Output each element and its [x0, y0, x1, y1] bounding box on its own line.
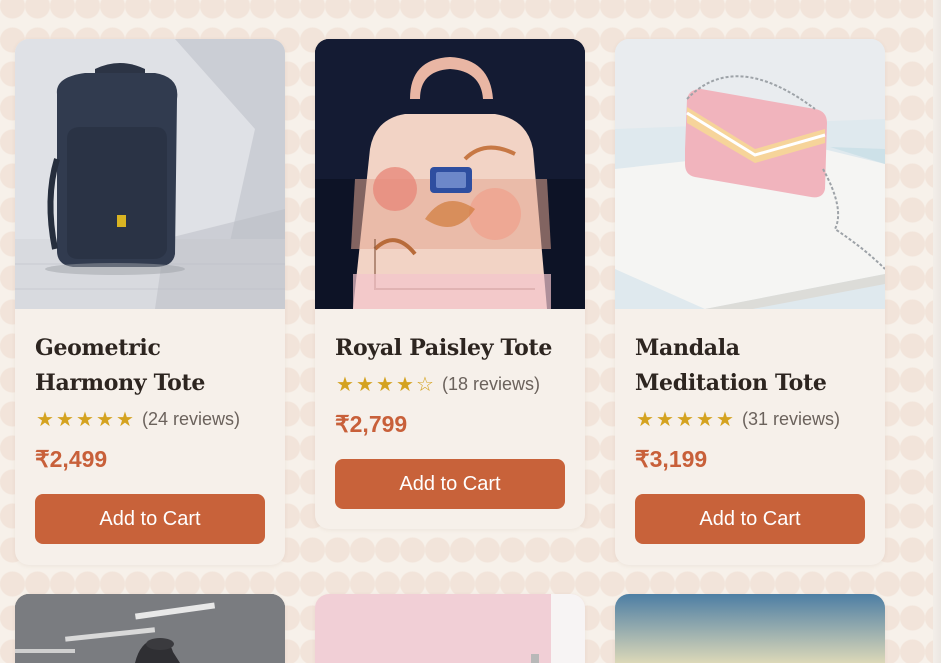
- floral-handbag-image: [315, 39, 585, 309]
- product-image[interactable]: [15, 594, 285, 663]
- product-card[interactable]: [615, 594, 885, 663]
- review-count: (24 reviews): [142, 408, 241, 429]
- product-rating: ★ ★ ★ ★ ★ (24 reviews): [35, 406, 265, 432]
- navy-backpack-image: [15, 39, 285, 309]
- product-card[interactable]: [15, 594, 285, 663]
- star-icon: ★: [676, 407, 694, 431]
- product-card[interactable]: [315, 594, 585, 663]
- star-icon: ★: [96, 407, 114, 431]
- star-rating: ★ ★ ★ ★ ☆: [335, 374, 435, 394]
- star-icon: ★: [336, 372, 354, 396]
- product-title[interactable]: Mandala Meditation Tote: [635, 331, 865, 401]
- add-to-cart-button[interactable]: Add to Cart: [335, 459, 565, 509]
- product-title[interactable]: Geometric Harmony Tote: [35, 331, 265, 401]
- star-icon: ★: [636, 407, 654, 431]
- star-icon: ★: [696, 407, 714, 431]
- product-image[interactable]: [15, 39, 285, 309]
- star-icon: ★: [356, 372, 374, 396]
- pink-shoulder-bag-image: [615, 39, 885, 309]
- review-count: (18 reviews): [442, 373, 541, 394]
- product-title[interactable]: Royal Paisley Tote: [335, 331, 565, 366]
- star-icon: ★: [116, 407, 134, 431]
- product-price: ₹2,499: [35, 446, 108, 472]
- star-icon: ★: [76, 407, 94, 431]
- product-price: ₹2,799: [335, 411, 408, 437]
- product-price: ₹3,199: [635, 446, 708, 472]
- product-image[interactable]: [315, 39, 585, 309]
- star-icon: ★: [716, 407, 734, 431]
- review-count: (31 reviews): [742, 408, 841, 429]
- star-rating: ★ ★ ★ ★ ★: [635, 409, 735, 429]
- star-icon: ★: [56, 407, 74, 431]
- star-icon: ★: [396, 372, 414, 396]
- scrollbar[interactable]: [933, 0, 941, 663]
- star-rating: ★ ★ ★ ★ ★: [35, 409, 135, 429]
- product-image[interactable]: [615, 39, 885, 309]
- star-icon: ★: [656, 407, 674, 431]
- product-card[interactable]: Royal Paisley Tote ★ ★ ★ ★ ☆ (18 reviews…: [315, 39, 585, 529]
- product-image[interactable]: [315, 594, 585, 663]
- star-icon: ★: [36, 407, 54, 431]
- product-card[interactable]: Geometric Harmony Tote ★ ★ ★ ★ ★ (24 rev…: [15, 39, 285, 565]
- add-to-cart-button[interactable]: Add to Cart: [35, 494, 265, 544]
- product-rating: ★ ★ ★ ★ ☆ (18 reviews): [335, 371, 565, 397]
- star-icon: ★: [376, 372, 394, 396]
- product-card[interactable]: Mandala Meditation Tote ★ ★ ★ ★ ★ (31 re…: [615, 39, 885, 565]
- product-image[interactable]: [615, 594, 885, 663]
- empty-star-icon: ☆: [416, 372, 434, 396]
- product-rating: ★ ★ ★ ★ ★ (31 reviews): [635, 406, 865, 432]
- add-to-cart-button[interactable]: Add to Cart: [635, 494, 865, 544]
